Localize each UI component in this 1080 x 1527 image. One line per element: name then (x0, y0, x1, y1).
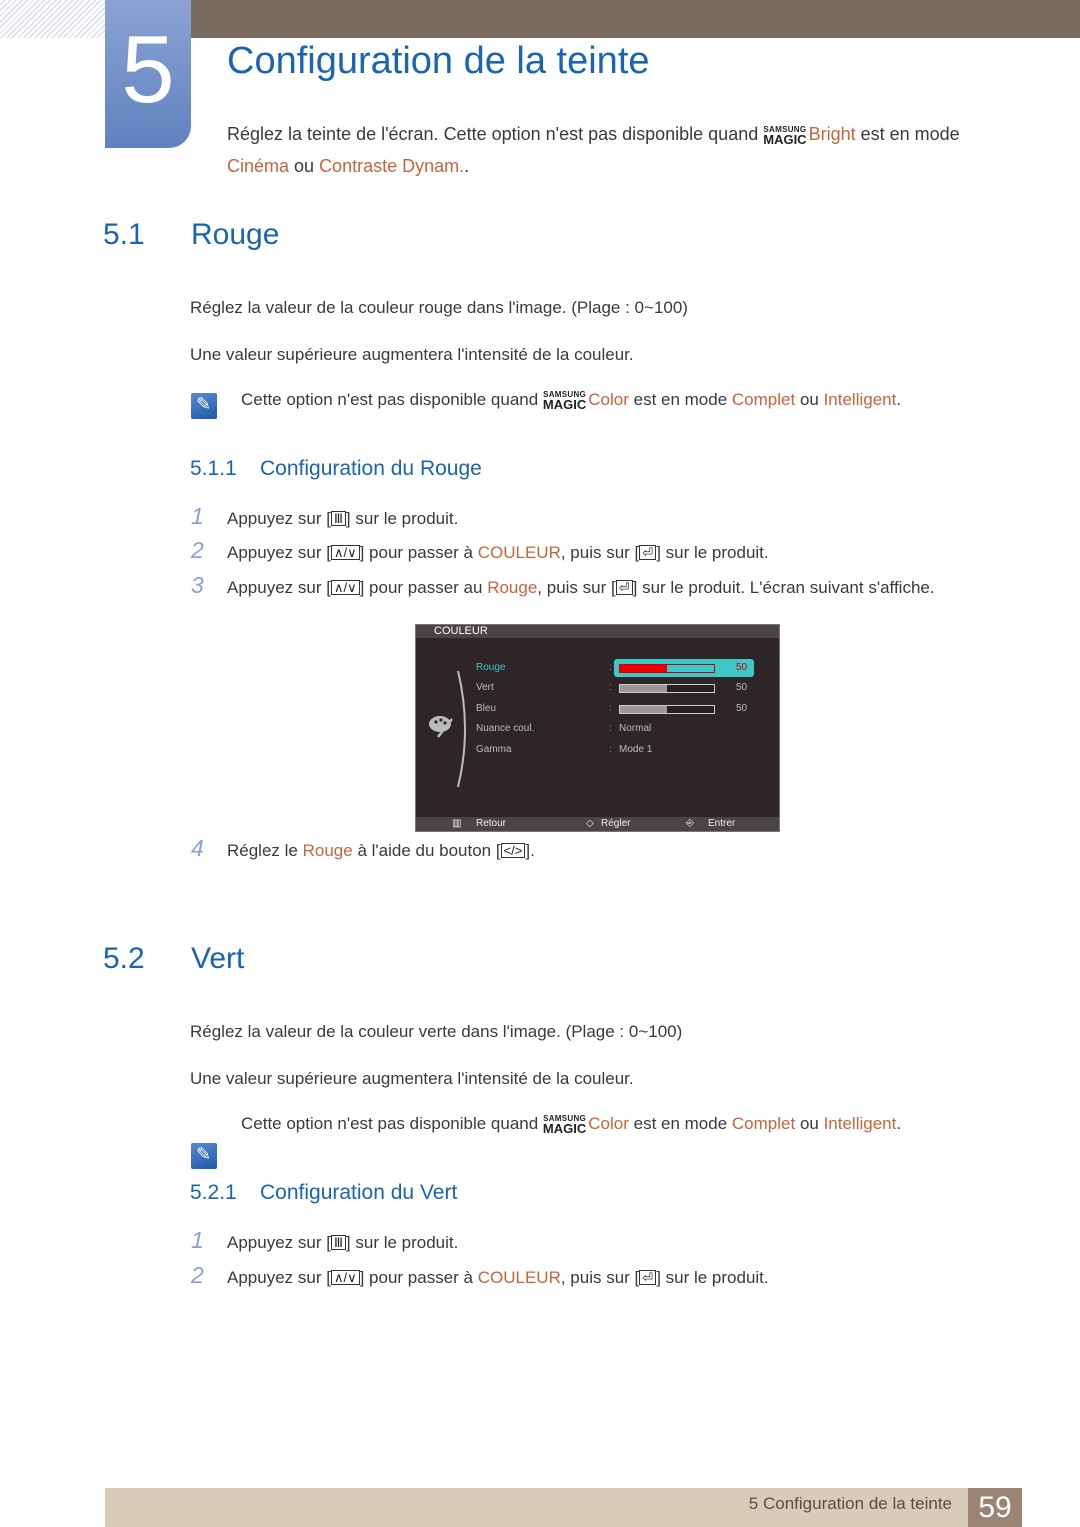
osd-arc (457, 670, 466, 788)
samsung-magic-logo-icon: SAMSUNG MAGIC (542, 390, 587, 412)
osd-separator: : (609, 662, 612, 673)
paragraph: Une valeur supérieure augmentera l'inten… (190, 1069, 634, 1088)
page-number: 59 (968, 1488, 1022, 1527)
step-1: 1 Appuyez sur [Ⅲ] sur le produit. (191, 503, 459, 529)
osd-item-label[interactable]: Bleu (476, 703, 496, 714)
chapter-top-bar (190, 0, 1080, 38)
osd-slider-fill (620, 665, 667, 672)
link-cinema[interactable]: Cinéma (227, 156, 289, 176)
step-1: 1 Appuyez sur [Ⅲ] sur le produit. (191, 1227, 459, 1253)
osd-slider-value: 50 (736, 682, 748, 693)
osd-item-value: Normal (619, 723, 652, 734)
up-down-button-icon: ∧/∨ (330, 580, 360, 595)
menu-button-icon: ▥ (452, 818, 462, 829)
note-icon (191, 1143, 217, 1169)
step-4: 4 Réglez le Rouge à l'aide du bouton [</>… (191, 835, 535, 861)
subsection-heading: 5.2.1 Configuration du Vert (190, 1181, 458, 1204)
link-intelligent[interactable]: Intelligent (824, 390, 897, 409)
osd-slider[interactable] (619, 664, 715, 673)
osd-slider-value: 50 (736, 662, 748, 673)
footer-chapter-title: 5 Configuration de la teinte (748, 1494, 952, 1513)
section-heading-rouge: 5.1 Rouge (103, 218, 280, 251)
osd-item-label[interactable]: Gamma (476, 744, 512, 755)
link-color[interactable]: Color (588, 1114, 629, 1133)
link-complet[interactable]: Complet (732, 1114, 795, 1133)
enter-icon: ⎆ (686, 818, 694, 829)
link-bright[interactable]: Bright (809, 124, 856, 144)
enter-button-icon: ⏎ (615, 580, 633, 595)
osd-separator: : (609, 703, 612, 714)
osd-footer: ▥ Retour ◇ Régler ⎆ Entrer (416, 817, 779, 831)
link-intelligent[interactable]: Intelligent (824, 1114, 897, 1133)
note-icon (191, 393, 217, 419)
samsung-magic-logo-icon: SAMSUNG MAGIC (542, 1114, 587, 1136)
left-right-button-icon: </> (500, 843, 526, 858)
up-down-button-icon: ∧/∨ (330, 545, 360, 560)
link-contraste-dynam[interactable]: Contraste Dynam. (319, 156, 464, 176)
osd-title: COULEUR (416, 625, 779, 638)
osd-adjust-label[interactable]: Régler (601, 817, 630, 831)
adjust-icon: ◇ (586, 818, 594, 829)
osd-slider[interactable] (619, 684, 715, 693)
chapter-number-badge: 5 (105, 0, 191, 148)
link-rouge[interactable]: Rouge (303, 841, 353, 860)
up-down-button-icon: ∧/∨ (330, 1270, 360, 1285)
osd-separator: : (609, 723, 612, 734)
link-rouge[interactable]: Rouge (487, 578, 537, 597)
decorative-hatch (0, 0, 105, 38)
menu-button-icon: Ⅲ (330, 511, 346, 526)
chapter-title: Configuration de la teinte (227, 40, 650, 82)
osd-back-label[interactable]: Retour (476, 817, 506, 831)
osd-couleur-menu: COULEUR Rouge: 50 Vert: 50 Bleu: 50 Nuance cou… (415, 624, 780, 832)
osd-item-label[interactable]: Nuance coul. (476, 723, 534, 734)
samsung-magic-logo-icon: SAMSUNG MAGIC (763, 125, 807, 147)
link-complet[interactable]: Complet (732, 390, 795, 409)
osd-separator: : (609, 682, 612, 693)
enter-button-icon: ⏎ (639, 545, 657, 560)
enter-button-icon: ⏎ (639, 1270, 657, 1285)
subsection-heading: 5.1.1 Configuration du Rouge (190, 457, 482, 480)
osd-item-label[interactable]: Rouge (476, 662, 505, 673)
link-color[interactable]: Color (588, 390, 629, 409)
paragraph: Réglez la valeur de la couleur verte dan… (190, 1022, 683, 1041)
palette-icon (429, 716, 453, 738)
section-heading-vert: 5.2 Vert (103, 942, 245, 975)
osd-slider-fill (620, 706, 667, 713)
osd-slider-value: 50 (736, 703, 748, 714)
osd-separator: : (609, 744, 612, 755)
step-2: 2 Appuyez sur [∧/∨] pour passer à COULEUR… (191, 537, 769, 563)
osd-enter-label[interactable]: Entrer (708, 817, 735, 831)
chapter-intro: Réglez la teinte de l'écran. Cette optio… (227, 124, 960, 176)
paragraph: Une valeur supérieure augmentera l'inten… (190, 345, 634, 364)
note-text: Cette option n'est pas disponible quand … (241, 1114, 902, 1136)
step-3: 3 Appuyez sur [∧/∨] pour passer au Rouge,… (191, 572, 935, 598)
paragraph: Réglez la valeur de la couleur rouge dan… (190, 298, 688, 317)
link-couleur[interactable]: COULEUR (478, 1268, 561, 1287)
osd-slider[interactable] (619, 705, 715, 714)
osd-item-label[interactable]: Vert (476, 682, 494, 693)
step-2: 2 Appuyez sur [∧/∨] pour passer à COULEUR… (191, 1262, 769, 1288)
osd-slider-fill (620, 685, 667, 692)
menu-button-icon: Ⅲ (330, 1235, 346, 1250)
note-text: Cette option n'est pas disponible quand … (241, 390, 902, 412)
link-couleur[interactable]: COULEUR (478, 543, 561, 562)
osd-item-value: Mode 1 (619, 744, 653, 755)
